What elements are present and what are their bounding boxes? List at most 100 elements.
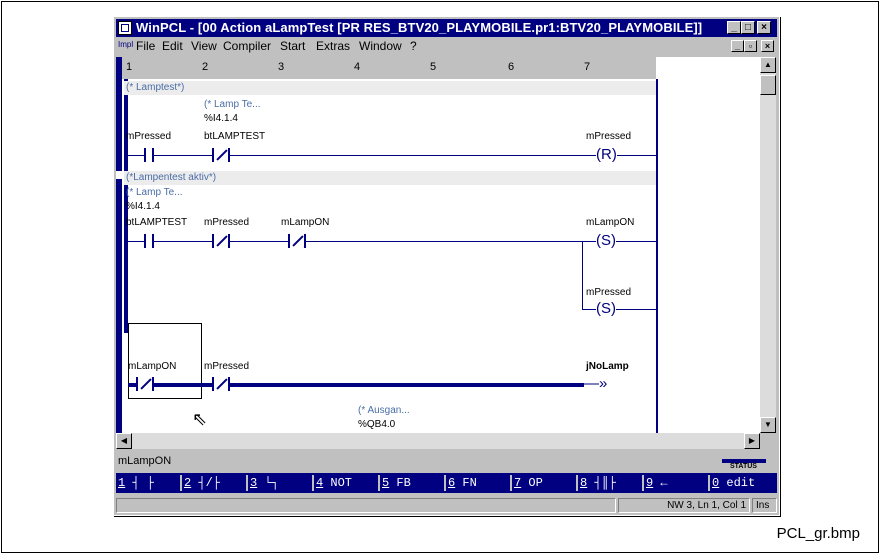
fkey-6[interactable]: 6 FN xyxy=(446,475,512,491)
mouse-pointer-icon: ⇖ xyxy=(192,409,208,429)
no-contact[interactable] xyxy=(144,148,154,162)
fkey-4[interactable]: 4 NOT xyxy=(314,475,380,491)
scroll-down-button[interactable]: ▼ xyxy=(760,417,776,433)
mdi-close-button[interactable]: × xyxy=(761,40,774,52)
menu-edit[interactable]: Edit xyxy=(162,39,183,53)
column-1: 1 xyxy=(126,61,133,73)
active-rung-line xyxy=(128,383,584,387)
cursor-position: NW 3, Ln 1, Col 1 xyxy=(618,498,750,513)
set-coil[interactable]: (S) xyxy=(596,301,616,316)
contact-label: btLAMPTEST xyxy=(204,131,266,142)
winpcl-window: WinPCL - [00 Action aLampTest [PR RES_BT… xyxy=(113,16,780,516)
fkey-0[interactable]: 0 edit xyxy=(710,475,777,491)
maximize-icon: □ xyxy=(744,22,752,33)
title-bar[interactable]: WinPCL - [00 Action aLampTest [PR RES_BT… xyxy=(116,19,777,37)
reset-coil[interactable]: (R) xyxy=(596,147,617,162)
jump-symbol[interactable]: —» xyxy=(584,376,608,391)
fkey-1[interactable]: 1 ┤ ├ xyxy=(116,475,182,491)
set-coil[interactable]: (S) xyxy=(596,233,616,248)
jump-label: jNoLamp xyxy=(586,361,629,372)
menu-extras[interactable]: Extras xyxy=(316,39,350,53)
editor-left-bar xyxy=(116,57,122,433)
right-power-rail xyxy=(656,79,658,433)
vertical-scrollbar[interactable]: ▲ ▼ xyxy=(760,57,776,433)
function-key-bar: 1 ┤ ├ 2 ┤/├ 3 └┐ 4 NOT 5 FB 6 FN 7 OP 8 … xyxy=(116,473,777,493)
nc-contact[interactable] xyxy=(136,377,154,391)
contact-address: %I4.1.4 xyxy=(204,113,238,124)
minimize-button[interactable]: _ xyxy=(727,21,741,34)
mdi-restore-button[interactable]: ▫ xyxy=(744,40,757,52)
figure-caption: PCL_gr.bmp xyxy=(776,525,860,542)
close-button[interactable]: × xyxy=(757,21,771,34)
menu-start[interactable]: Start xyxy=(280,39,305,53)
network-comment: (* Lamptest*) xyxy=(124,81,656,95)
fkey-label: ← xyxy=(653,476,668,490)
scroll-left-button[interactable]: ◀ xyxy=(116,433,132,449)
fkey-8[interactable]: 8 ┤║├ xyxy=(578,475,644,491)
impl-icon[interactable]: Impl xyxy=(118,40,133,49)
menu-window[interactable]: Window xyxy=(359,39,402,53)
contact-label: mPressed xyxy=(204,217,250,228)
contact-label: mLampON xyxy=(128,361,177,372)
fkey-label: edit xyxy=(719,476,756,490)
status-widget[interactable]: STATUS xyxy=(716,451,772,471)
fkey-9[interactable]: 9 ← xyxy=(644,475,710,491)
fkey-label: ┤║├ xyxy=(587,476,617,490)
network-comment: (*Lampentest aktiv*) xyxy=(124,171,656,185)
fkey-7[interactable]: 7 OP xyxy=(512,475,578,491)
no-contact[interactable] xyxy=(144,234,154,248)
app-icon[interactable] xyxy=(118,21,132,35)
contact-comment: (* Lamp Te... xyxy=(204,99,261,110)
status-message-field xyxy=(116,498,616,513)
column-header: 1 2 3 4 5 6 7 xyxy=(122,57,656,79)
output-address: %QB4.0 xyxy=(358,419,396,430)
comment-text: (*Lampentest aktiv*) xyxy=(126,172,217,183)
current-element: mLampON xyxy=(118,455,172,467)
contact-address: %I4.1.4 xyxy=(126,201,160,212)
column-7: 7 xyxy=(584,61,591,73)
menu-compiler[interactable]: Compiler xyxy=(223,39,271,53)
output-comment: (* Ausgan... xyxy=(358,405,410,416)
fkey-label: FN xyxy=(455,476,477,490)
element-status-line: mLampON xyxy=(116,453,716,469)
rung-line xyxy=(582,309,656,310)
fkey-label: └┐ xyxy=(257,476,279,490)
column-5: 5 xyxy=(430,61,437,73)
status-bar: NW 3, Ln 1, Col 1 Ins xyxy=(116,497,777,514)
scroll-thumb[interactable] xyxy=(760,75,776,95)
nc-contact[interactable] xyxy=(288,234,306,248)
scroll-up-button[interactable]: ▲ xyxy=(760,57,776,73)
menu-bar: Impl File Edit View Compiler Start Extra… xyxy=(116,38,777,55)
window-title: WinPCL - [00 Action aLampTest [PR RES_BT… xyxy=(136,20,703,35)
ladder-editor[interactable]: 1 2 3 4 5 6 7 (* Lamptest*) (* Lamp Te..… xyxy=(116,57,760,433)
fkey-5[interactable]: 5 FB xyxy=(380,475,446,491)
rung-line xyxy=(128,155,656,156)
menu-view[interactable]: View xyxy=(191,39,217,53)
scroll-right-button[interactable]: ▶ xyxy=(744,433,760,449)
menu-file[interactable]: File xyxy=(136,39,155,53)
column-6: 6 xyxy=(508,61,515,73)
column-2: 2 xyxy=(202,61,209,73)
contact-label: btLAMPTEST xyxy=(126,217,188,228)
fkey-3[interactable]: 3 └┐ xyxy=(248,475,314,491)
minimize-icon: _ xyxy=(731,22,737,33)
horizontal-scrollbar[interactable]: ◀ ▶ xyxy=(116,433,760,449)
nc-contact[interactable] xyxy=(212,234,230,248)
contact-label: mPressed xyxy=(126,131,172,142)
maximize-button[interactable]: □ xyxy=(741,21,755,34)
parallel-branch xyxy=(582,241,583,309)
rung-line xyxy=(128,241,656,242)
coil-label: mPressed xyxy=(586,287,632,298)
mdi-minimize-button[interactable]: _ xyxy=(731,40,744,52)
coil-label: mPressed xyxy=(586,131,632,142)
nc-contact[interactable] xyxy=(212,148,230,162)
contact-label: mPressed xyxy=(204,361,250,372)
info-icon xyxy=(116,171,122,179)
column-4: 4 xyxy=(354,61,361,73)
fkey-2[interactable]: 2 ┤/├ xyxy=(182,475,248,491)
fkey-label: NOT xyxy=(323,476,353,490)
menu-help[interactable]: ? xyxy=(410,39,417,53)
nc-contact[interactable] xyxy=(212,377,230,391)
contact-comment: (* Lamp Te... xyxy=(126,187,183,198)
editor-right-area xyxy=(656,57,760,433)
